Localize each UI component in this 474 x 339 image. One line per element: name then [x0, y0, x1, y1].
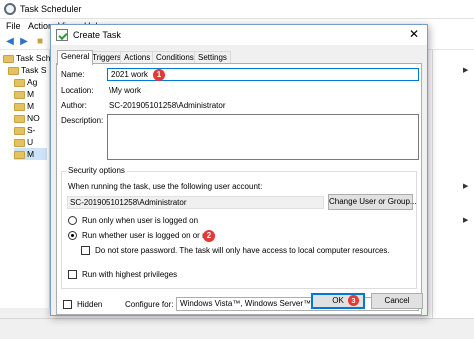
- tree-item[interactable]: Task S: [8, 64, 47, 76]
- account-prompt: When running the task, use the following…: [68, 182, 263, 191]
- annotation-badge: 3: [348, 295, 359, 306]
- tree-item-label: M: [27, 89, 35, 99]
- cancel-button[interactable]: Cancel: [371, 293, 423, 309]
- run-whether-logged-on-radio[interactable]: [68, 231, 77, 240]
- author-label: Author:: [61, 101, 87, 110]
- tree-item[interactable]: NO: [14, 112, 40, 124]
- forward-arrow-icon[interactable]: ▶: [18, 36, 30, 48]
- tree-item-label: M: [27, 101, 35, 111]
- dialog-title: Create Task: [73, 30, 121, 40]
- task-scheduler-icon: [3, 54, 14, 63]
- hidden-checkbox[interactable]: [63, 300, 72, 309]
- user-account-field: SC-201905101258\Administrator: [67, 196, 324, 209]
- run-logged-on-label: Run only when user is logged on: [82, 216, 199, 225]
- create-task-dialog: Create Task ✕ General Triggers Actions C…: [50, 24, 428, 316]
- create-task-icon: [56, 29, 68, 41]
- configure-for-label: Configure for:: [125, 300, 174, 309]
- highest-privileges-label: Run with highest privileges: [82, 270, 178, 279]
- annotation-badge: 2: [203, 230, 215, 242]
- general-tab-panel: Name: 2021 work 1 Location: \My work Aut…: [56, 63, 422, 315]
- task-scheduler-icon: [4, 3, 16, 15]
- do-not-store-password-label: Do not store password. The task will onl…: [95, 246, 390, 255]
- tree-item[interactable]: U: [14, 136, 33, 148]
- configure-for-value: Windows Vista™, Windows Server™ 2008: [180, 299, 332, 308]
- security-options-legend: Security options: [66, 166, 127, 175]
- background-window-titlebar: Task Scheduler: [0, 0, 474, 19]
- highest-privileges-checkbox[interactable]: [68, 270, 77, 279]
- folder-icon: [14, 126, 25, 135]
- tree-item-selected[interactable]: M: [14, 148, 47, 160]
- name-label: Name:: [61, 70, 85, 79]
- folder-icon: [14, 150, 25, 159]
- folder-icon: [8, 66, 19, 75]
- expand-arrow-icon[interactable]: ▶: [463, 66, 468, 74]
- run-whether-logged-on-label: Run whether user is logged on or not: [82, 231, 214, 240]
- description-textarea[interactable]: [107, 114, 419, 160]
- tree-item[interactable]: M: [14, 88, 34, 100]
- tree-item[interactable]: M: [14, 100, 34, 112]
- hidden-label: Hidden: [77, 300, 103, 309]
- tree-item-label: NO: [27, 113, 40, 123]
- back-arrow-icon[interactable]: ◀: [4, 36, 16, 48]
- run-logged-on-radio[interactable]: [68, 216, 77, 225]
- tree-horizontal-scrollbar[interactable]: [0, 308, 50, 318]
- tree-item-label: S-: [27, 125, 36, 135]
- menu-file[interactable]: File: [6, 21, 21, 31]
- expand-arrow-icon[interactable]: ▶: [463, 182, 468, 190]
- location-label: Location:: [61, 86, 94, 95]
- tree-item[interactable]: Ag: [14, 76, 37, 88]
- location-value: \My work: [109, 86, 141, 95]
- tab-general[interactable]: General: [57, 50, 94, 65]
- description-label: Description:: [61, 116, 104, 125]
- annotation-badge: 1: [153, 69, 165, 81]
- tree-item-label: Task S: [21, 65, 47, 75]
- close-icon[interactable]: ✕: [407, 27, 421, 41]
- expand-arrow-icon[interactable]: ▶: [463, 216, 468, 224]
- folder-icon[interactable]: ■: [34, 36, 46, 48]
- security-options-group: Security options When running the task, …: [61, 166, 417, 289]
- do-not-store-password-checkbox[interactable]: [81, 246, 90, 255]
- folder-icon: [14, 78, 25, 87]
- tree-item[interactable]: S-: [14, 124, 36, 136]
- tree-item-label: Ag: [27, 77, 38, 87]
- tree-item-label: U: [27, 137, 34, 147]
- folder-icon: [14, 138, 25, 147]
- background-window-title: Task Scheduler: [20, 4, 82, 14]
- folder-icon: [14, 114, 25, 123]
- navigation-tree: Task Sched Task S Ag M M NO S- U M: [0, 50, 60, 318]
- folder-icon: [14, 90, 25, 99]
- folder-icon: [14, 102, 25, 111]
- status-bar: [0, 318, 474, 339]
- author-value: SC-201905101258\Administrator: [109, 101, 226, 110]
- tree-item-label: M: [27, 149, 35, 159]
- dialog-titlebar: Create Task ✕: [51, 25, 427, 45]
- change-user-button[interactable]: Change User or Group...: [328, 194, 417, 210]
